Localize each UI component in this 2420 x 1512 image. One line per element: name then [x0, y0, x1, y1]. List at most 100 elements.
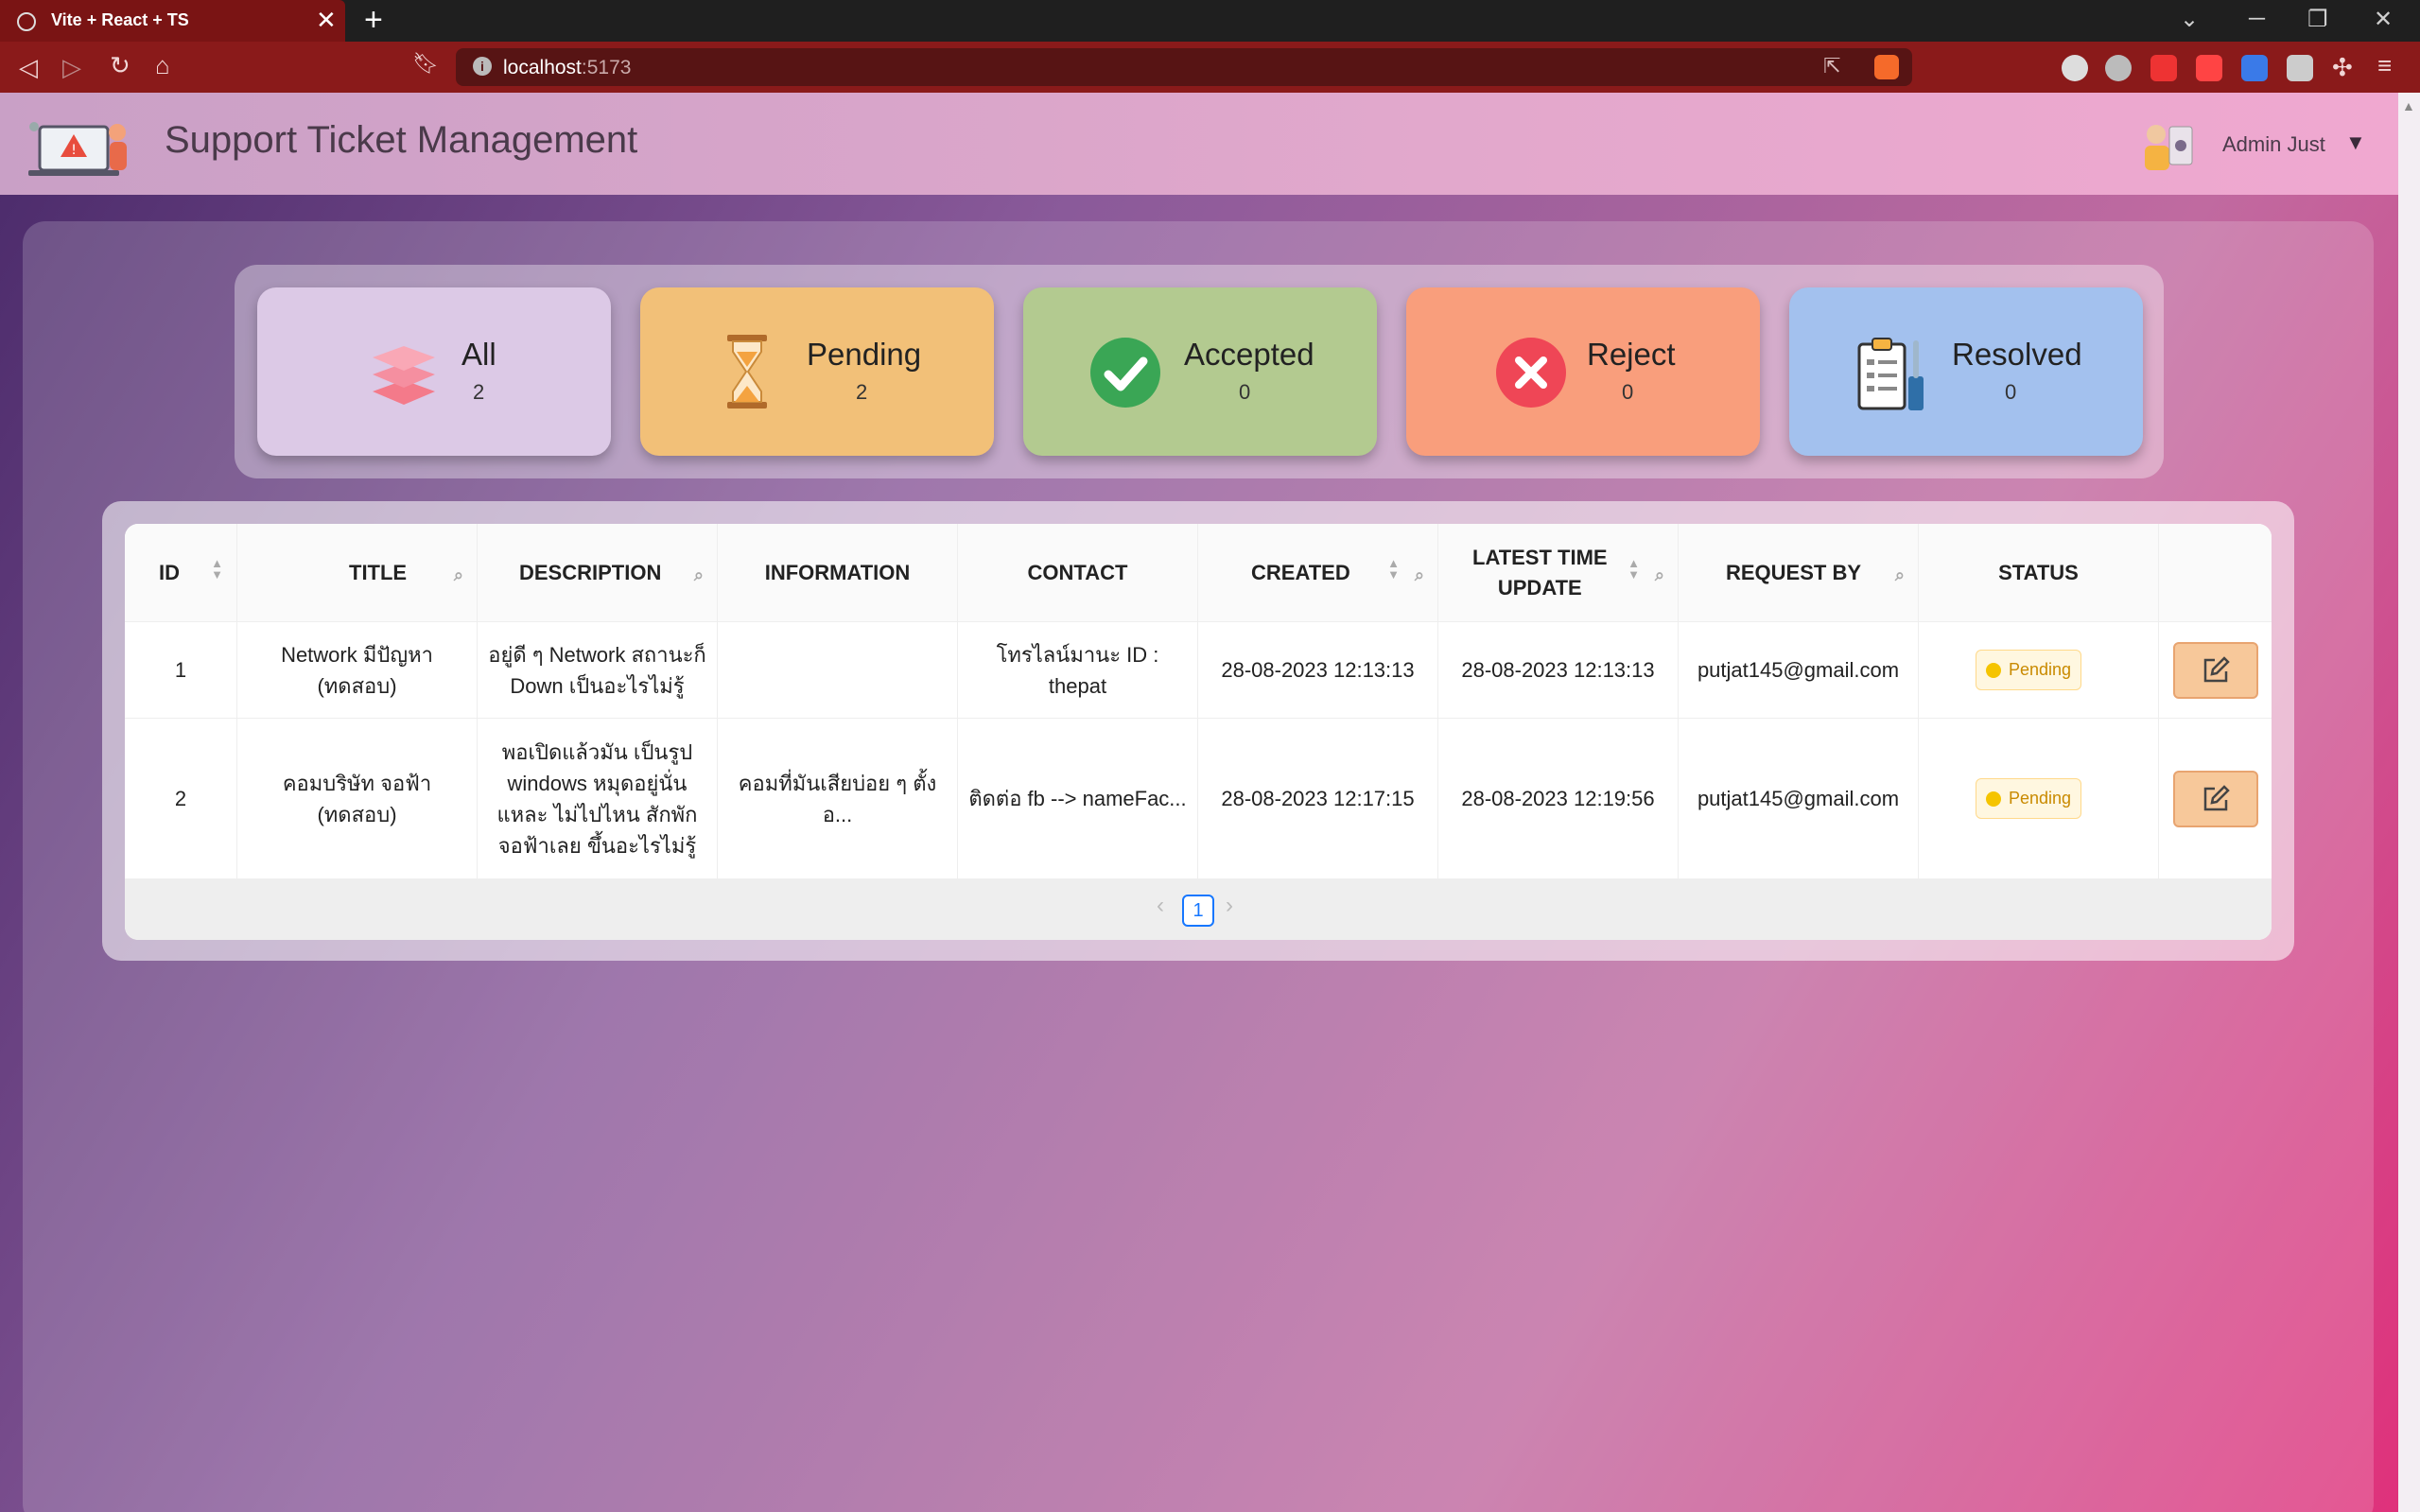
brave-shield-icon[interactable] — [1874, 55, 1899, 79]
check-circle-icon — [1090, 338, 1160, 408]
sort-icon[interactable]: ▲ ▼ — [211, 557, 223, 581]
table-row[interactable]: 1 Network มีปัญหา (ทดสอบ) อยู่ดี ๆ Netwo… — [125, 622, 2272, 719]
cell-contact: ติดต่อ fb --> nameFac... — [958, 719, 1198, 878]
header-label: TITLE — [349, 561, 408, 584]
table-header-row: ID ▲ ▼ TITLE ⌕ DESCRIPTION ⌕ INFORMATION … — [125, 524, 2272, 622]
status-dot-icon — [1986, 662, 2001, 678]
new-tab-button[interactable]: + — [364, 2, 383, 39]
menu-icon[interactable]: ≡ — [2377, 51, 2392, 80]
caret-down-icon[interactable]: ▼ — [2345, 130, 2366, 155]
cell-id: 2 — [125, 719, 237, 878]
minimize-icon[interactable]: ─ — [2249, 6, 2265, 32]
tab-title: Vite + React + TS — [51, 10, 189, 29]
hourglass-icon — [727, 335, 767, 408]
back-icon[interactable]: ◁ — [19, 53, 38, 82]
globe-icon — [17, 12, 36, 31]
url-text: localhost:5173 — [503, 57, 632, 78]
cell-description: อยู่ดี ๆ Network สถานะก็ Down เป็นอะไรไม… — [478, 622, 718, 718]
column-header-information: INFORMATION — [718, 524, 958, 622]
cell-status: Pending — [1919, 719, 2159, 878]
scroll-up-icon[interactable]: ▲ — [2402, 98, 2416, 117]
svg-text:!: ! — [71, 143, 77, 158]
address-bar[interactable]: i localhost:5173 ⇱ — [456, 48, 1912, 86]
cell-title: คอมบริษัท จอฟ้า (ทดสอบ) — [237, 719, 478, 878]
cell-information — [718, 622, 958, 718]
user-name[interactable]: Admin Just — [2222, 132, 2325, 157]
column-header-status: STATUS — [1919, 524, 2159, 622]
cell-latest-update: 28-08-2023 12:13:13 — [1438, 622, 1679, 718]
column-header-request-by: REQUEST BY ⌕ — [1679, 524, 1919, 622]
extension-mask-icon[interactable] — [2105, 55, 2132, 81]
card-count: 2 — [473, 380, 485, 404]
extension-tools-icon[interactable] — [2287, 55, 2313, 81]
edit-icon — [2203, 784, 2230, 810]
edit-button[interactable] — [2172, 641, 2258, 699]
column-header-title: TITLE ⌕ — [237, 524, 478, 622]
app-title: Support Ticket Management — [165, 119, 638, 161]
header-label: INFORMATION — [764, 561, 911, 584]
site-info-icon[interactable]: i — [473, 57, 492, 76]
extension-red-icon[interactable] — [2150, 55, 2177, 81]
cell-latest-update: 28-08-2023 12:19:56 — [1438, 719, 1679, 878]
card-count: 2 — [856, 380, 868, 404]
pagination: ‹ 1 › — [125, 879, 2272, 940]
search-icon[interactable]: ⌕ — [694, 560, 704, 590]
search-icon[interactable]: ⌕ — [1655, 560, 1664, 590]
edit-button[interactable] — [2172, 770, 2258, 827]
share-icon[interactable]: ⇱ — [1823, 54, 1840, 78]
page-button-1[interactable]: 1 — [1182, 895, 1214, 927]
prev-page-icon[interactable]: ‹ — [1157, 893, 1164, 919]
sort-icon[interactable]: ▲ ▼ — [1628, 557, 1640, 581]
header-label: REQUEST BY — [1726, 561, 1862, 584]
restore-icon[interactable]: ❐ — [2307, 6, 2328, 33]
column-header-description: DESCRIPTION ⌕ — [478, 524, 718, 622]
cell-title: Network มีปัญหา (ทดสอบ) — [237, 622, 478, 718]
home-icon[interactable]: ⌂ — [155, 51, 170, 80]
clipboard-tools-icon — [1857, 338, 1924, 410]
card-label: All — [461, 337, 496, 372]
tab-list-chevron-icon[interactable]: ⌄ — [2180, 6, 2199, 33]
extension-crop-icon[interactable] — [2241, 55, 2268, 81]
column-header-created[interactable]: CREATED ▲ ▼ ⌕ — [1198, 524, 1438, 622]
cell-actions — [2159, 719, 2272, 878]
window-close-icon[interactable]: ✕ — [2374, 6, 2393, 33]
forward-icon[interactable]: ▷ — [62, 53, 81, 82]
ticket-table: ID ▲ ▼ TITLE ⌕ DESCRIPTION ⌕ INFORMATION … — [125, 524, 2272, 940]
search-icon[interactable]: ⌕ — [1415, 560, 1424, 590]
search-icon[interactable]: ⌕ — [454, 560, 463, 590]
cell-created: 28-08-2023 12:17:15 — [1198, 719, 1438, 878]
bookmark-icon[interactable]: 🔖︎ — [412, 51, 439, 76]
summary-card-resolved[interactable]: Resolved 0 — [1789, 287, 2143, 456]
next-page-icon[interactable]: › — [1226, 893, 1233, 919]
status-label: Pending — [2009, 789, 2072, 808]
extensions-puzzle-icon[interactable]: ✣ — [2332, 53, 2353, 82]
summary-card-all[interactable]: All 2 — [257, 287, 611, 456]
cell-request-by: putjat145@gmail.com — [1679, 719, 1919, 878]
tab-close-icon[interactable]: ✕ — [316, 6, 337, 35]
summary-card-pending[interactable]: Pending 2 — [640, 287, 994, 456]
user-avatar[interactable] — [2135, 117, 2196, 174]
browser-tab[interactable]: Vite + React + TS ✕ — [0, 0, 345, 42]
cell-created: 28-08-2023 12:13:13 — [1198, 622, 1438, 718]
search-icon[interactable]: ⌕ — [1895, 560, 1905, 590]
column-header-actions — [2159, 524, 2272, 622]
column-header-latest-update[interactable]: LATEST TIME UPDATE ▲ ▼ ⌕ — [1438, 524, 1679, 622]
cell-information: คอมที่มันเสียบ่อย ๆ ตั้งอ... — [718, 719, 958, 878]
reload-icon[interactable]: ↻ — [110, 51, 131, 80]
summary-card-accepted[interactable]: Accepted 0 — [1023, 287, 1377, 456]
column-header-id[interactable]: ID ▲ ▼ — [125, 524, 237, 622]
extension-speed-icon[interactable] — [2062, 55, 2088, 81]
cell-description: พอเปิดแล้วมัน เป็นรูป windows หมุดอยู่นั… — [478, 719, 718, 878]
cell-actions — [2159, 622, 2272, 718]
table-row[interactable]: 2 คอมบริษัท จอฟ้า (ทดสอบ) พอเปิดแล้วมัน … — [125, 719, 2272, 879]
card-label: Reject — [1587, 337, 1676, 372]
sort-icon[interactable]: ▲ ▼ — [1387, 557, 1400, 581]
page-scrollbar[interactable] — [2398, 93, 2420, 1512]
browser-tab-bar — [0, 0, 2420, 42]
extension-percent-icon[interactable] — [2196, 55, 2222, 81]
summary-card-reject[interactable]: Reject 0 — [1406, 287, 1760, 456]
card-count: 0 — [1622, 380, 1634, 404]
cell-request-by: putjat145@gmail.com — [1679, 622, 1919, 718]
header-label: ID — [159, 561, 180, 584]
header-label: DESCRIPTION — [519, 561, 662, 584]
